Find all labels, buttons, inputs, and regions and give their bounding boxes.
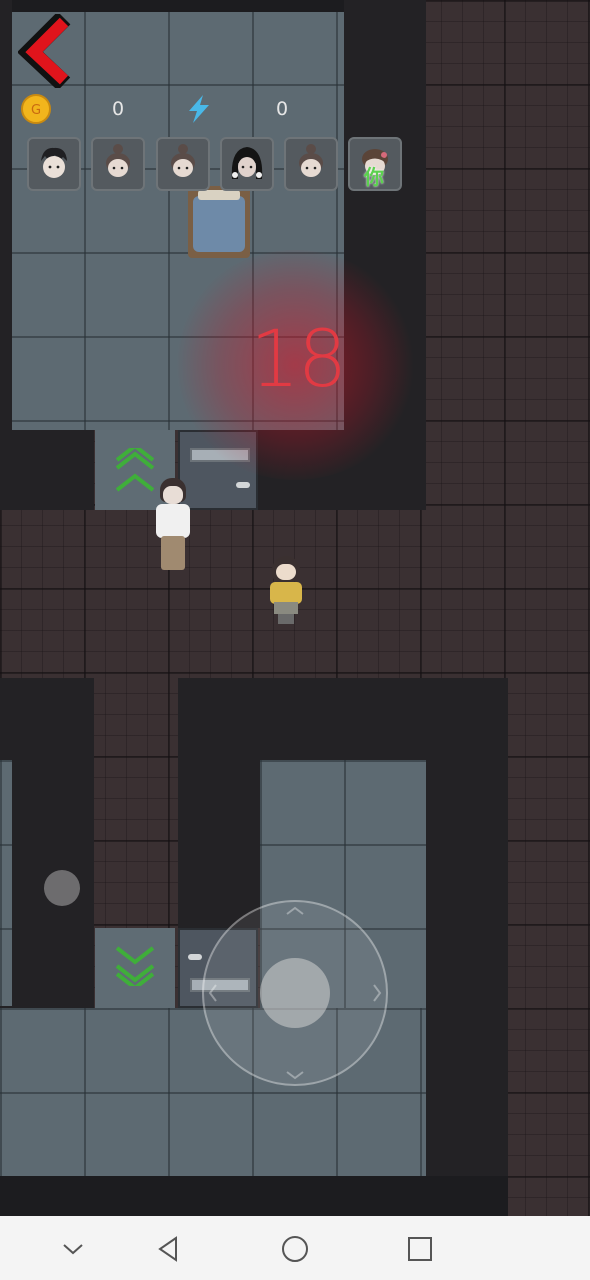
bed-sheet (193, 196, 245, 252)
player-avatar[interactable] (284, 137, 338, 191)
player-avatar[interactable] (220, 137, 274, 191)
bed-pillow (198, 190, 240, 200)
back-arrow-icon (17, 11, 71, 91)
joystick-knob[interactable] (260, 958, 330, 1028)
player-avatar[interactable] (27, 137, 81, 191)
character-face (276, 564, 296, 580)
wall (178, 678, 508, 760)
character-shirt (156, 504, 190, 538)
wall (0, 1176, 508, 1216)
nav-home-icon[interactable] (280, 1234, 310, 1264)
countdown-timer: 18 (250, 315, 347, 405)
bed (188, 186, 250, 258)
nav-recents-icon[interactable] (405, 1234, 435, 1264)
door-handle (236, 482, 250, 488)
chevron-up-icon (115, 473, 155, 492)
stairs-down[interactable] (95, 928, 175, 1008)
character-sweater (270, 582, 302, 604)
ghost-girl-white-shirt (152, 478, 194, 574)
player-girl-yellow (266, 556, 306, 626)
bun-girl-avatar-icon (299, 144, 323, 177)
character-skirt (274, 602, 298, 614)
wall (0, 430, 94, 510)
character-face (163, 486, 183, 504)
wall (0, 0, 12, 430)
lightning-bolt-icon (189, 95, 209, 123)
left-room-floor (0, 760, 12, 1006)
side-action-dot[interactable] (44, 870, 80, 906)
door-handle (188, 954, 202, 960)
character-legs (278, 614, 294, 624)
nav-back-icon[interactable] (154, 1234, 184, 1264)
svg-text:G: G (31, 103, 41, 118)
bun-girl-avatar-icon (171, 144, 195, 177)
back-button[interactable] (17, 11, 82, 91)
wall (426, 760, 508, 1180)
system-navigation-bar (0, 1216, 590, 1280)
player-avatar[interactable] (91, 137, 145, 191)
messy-hair-avatar-icon (41, 147, 67, 178)
nav-collapse-icon[interactable] (58, 1234, 88, 1264)
long-black-hair-girl-avatar-icon (231, 147, 263, 179)
self-tag: 你 (364, 165, 384, 189)
game-map: 18 G 0 0 你 (0, 0, 590, 1216)
chevron-up-icon (115, 448, 155, 470)
bun-girl-avatar-icon (106, 144, 130, 177)
gold-coin-icon: G (21, 94, 51, 124)
character-pants (161, 536, 185, 570)
chevron-down-icon (115, 964, 155, 986)
wall (0, 678, 94, 1008)
player-avatar-self[interactable]: 你 (348, 137, 402, 191)
coin-count: 0 (112, 98, 125, 120)
player-avatar[interactable] (156, 137, 210, 191)
energy-count: 0 (276, 98, 289, 120)
